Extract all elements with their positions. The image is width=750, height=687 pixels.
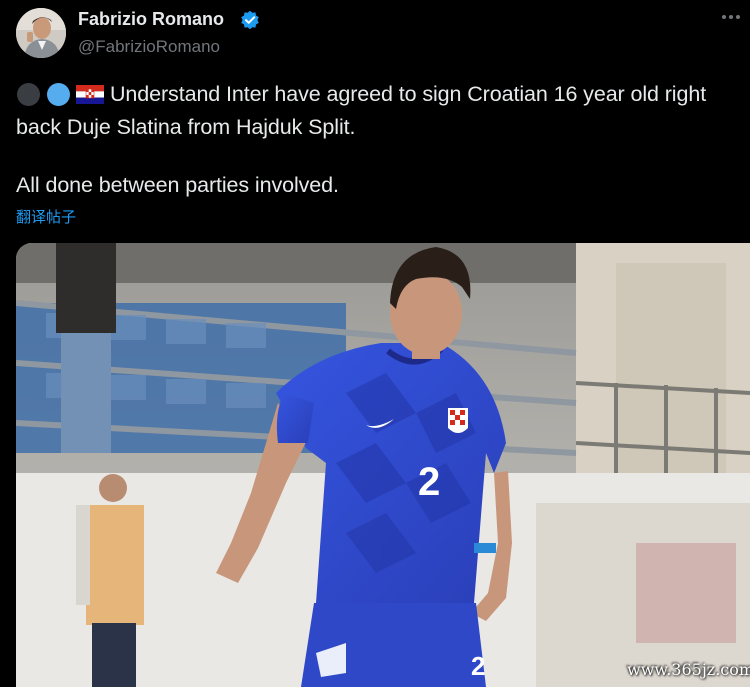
tweet-text-line-1: Understand Inter have agreed to sign Cro… bbox=[110, 82, 707, 106]
jersey-number: 2 bbox=[418, 460, 440, 504]
tweet: Fabrizio Romano @FabrizioRomano Understa… bbox=[0, 0, 750, 687]
tweet-text-line-2: back Duje Slatina from Hajduk Split. bbox=[16, 115, 356, 139]
tweet-text-line-3: All done between parties involved. bbox=[16, 173, 339, 197]
shorts-number: 2 bbox=[471, 651, 485, 681]
avatar-image bbox=[16, 8, 66, 58]
black-circle-icon bbox=[17, 83, 40, 106]
croatia-flag-icon bbox=[76, 85, 104, 104]
author-avatar[interactable] bbox=[16, 8, 66, 58]
translate-post-link[interactable]: 翻译帖子 bbox=[16, 206, 76, 227]
tweet-photo[interactable]: 2 2 bbox=[16, 243, 750, 687]
author-name[interactable]: Fabrizio Romano bbox=[78, 9, 224, 30]
more-options-icon[interactable] bbox=[718, 4, 744, 30]
author-handle[interactable]: @FabrizioRomano bbox=[78, 37, 220, 57]
site-watermark: www.365jz.com bbox=[627, 660, 750, 679]
blue-circle-icon bbox=[47, 83, 70, 106]
player-photo-illustration: 2 2 bbox=[16, 243, 750, 687]
verified-badge-icon bbox=[241, 10, 259, 30]
